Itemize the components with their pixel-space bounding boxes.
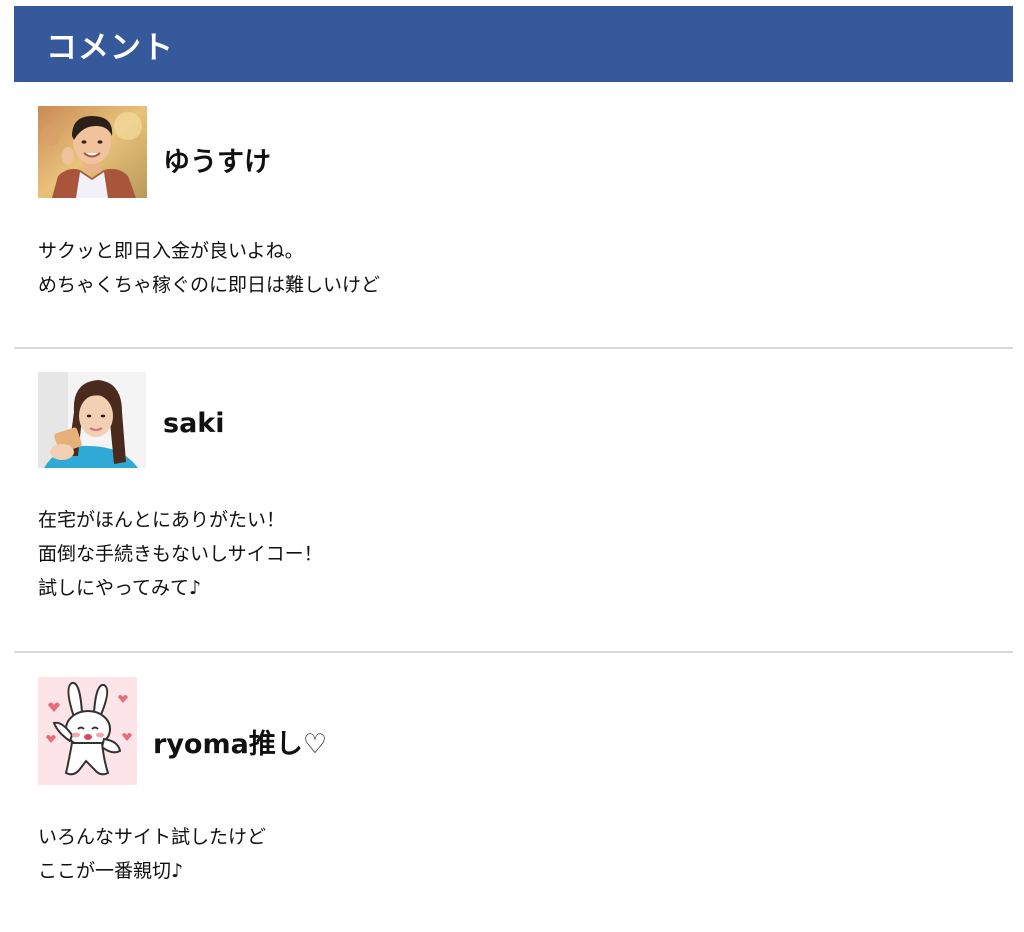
avatar bbox=[38, 677, 137, 785]
comment-line: サクッと即日入金が良いよね。 bbox=[38, 240, 304, 262]
divider bbox=[14, 651, 1013, 653]
comment-header-title: コメント bbox=[46, 29, 174, 66]
avatar bbox=[38, 372, 146, 468]
comment-line: 面倒な手続きもないしサイコー！ bbox=[38, 543, 323, 565]
comment-text: サクッと即日入金が良いよね。 めちゃくちゃ稼ぐのに即日は難しいけど bbox=[38, 234, 380, 302]
comment-line: いろんなサイト試したけど bbox=[38, 826, 267, 848]
comment-text: 在宅がほんとにありがたい！ 面倒な手続きもないしサイコー！ 試しにやってみて♪ bbox=[38, 503, 323, 605]
avatar bbox=[38, 106, 147, 198]
rabbit-illustration-icon bbox=[38, 677, 137, 785]
commenter-name: ゆうすけ bbox=[163, 147, 271, 178]
comment-text: いろんなサイト試したけど ここが一番親切♪ bbox=[38, 820, 266, 888]
woman-photo-icon bbox=[38, 372, 146, 468]
commenter-name: saki bbox=[163, 408, 225, 439]
comment-line: ここが一番親切♪ bbox=[38, 860, 184, 882]
commenter-name: ryoma推し♡ bbox=[153, 729, 328, 760]
comment-line: めちゃくちゃ稼ぐのに即日は難しいけど bbox=[38, 274, 381, 296]
man-photo-icon bbox=[38, 106, 147, 198]
comment-header: コメント bbox=[14, 6, 1013, 82]
comment-line: 在宅がほんとにありがたい！ bbox=[38, 509, 286, 531]
divider bbox=[14, 347, 1013, 349]
comment-line: 試しにやってみて♪ bbox=[38, 577, 202, 599]
